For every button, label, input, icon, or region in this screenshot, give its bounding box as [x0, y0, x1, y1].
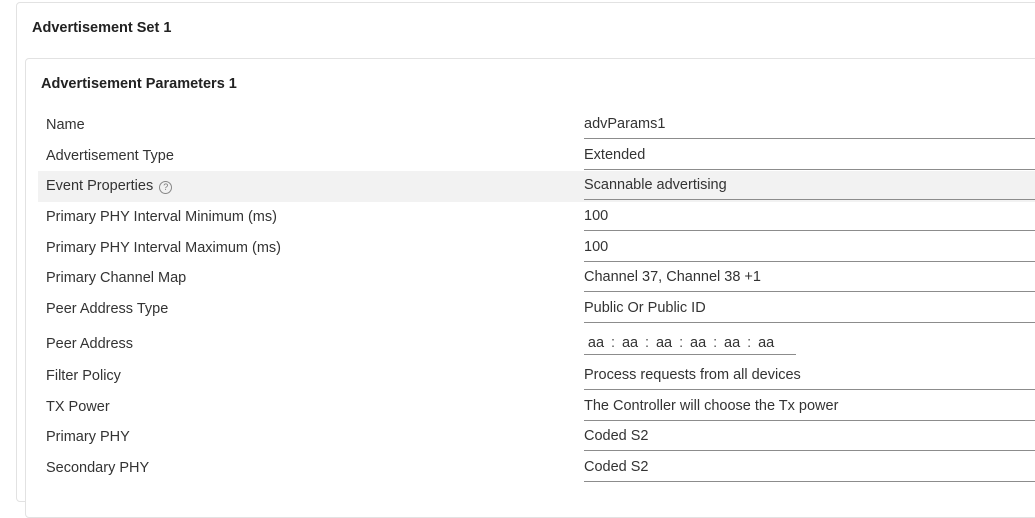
secondary-phy-label: Secondary PHY: [46, 459, 150, 476]
advertisement-parameters-panel: Advertisement Parameters 1 Name advParam…: [25, 58, 1035, 518]
filter-policy-value: Process requests from all devices: [584, 366, 801, 383]
tx-power-value: The Controller will choose the Tx power: [584, 397, 839, 414]
tx-power-label: TX Power: [46, 398, 110, 415]
primary-phy-interval-max-label: Primary PHY Interval Maximum (ms): [46, 239, 281, 256]
row-primary-channel-map: Primary Channel Map Channel 37, Channel …: [38, 263, 1035, 294]
event-properties-label: Event Properties: [46, 178, 154, 195]
octet-separator: :: [747, 335, 752, 352]
secondary-phy-select[interactable]: Coded S2: [584, 453, 1035, 482]
advertisement-type-value: Extended: [584, 146, 646, 163]
advertisement-parameters-title: Advertisement Parameters 1: [41, 76, 237, 92]
filter-policy-label: Filter Policy: [46, 367, 121, 384]
name-label: Name: [46, 117, 85, 133]
event-properties-label-wrap: Event Properties?: [46, 178, 173, 195]
secondary-phy-value: Coded S2: [584, 458, 649, 475]
primary-channel-map-label: Primary Channel Map: [46, 270, 187, 287]
primary-channel-map-select[interactable]: Channel 37, Channel 38 +1: [584, 263, 1035, 293]
filter-policy-select[interactable]: Process requests from all devices: [584, 361, 1035, 390]
octet-separator: :: [679, 335, 684, 352]
row-primary-phy-interval-max: Primary PHY Interval Maximum (ms) 100: [38, 233, 1035, 264]
peer-address-octet-5[interactable]: aa: [720, 335, 744, 351]
row-primary-phy: Primary PHY Coded S2: [38, 422, 1035, 453]
tx-power-select[interactable]: The Controller will choose the Tx power: [584, 392, 1035, 421]
row-primary-phy-interval-min: Primary PHY Interval Minimum (ms) 100: [38, 202, 1035, 233]
row-filter-policy: Filter Policy Process requests from all …: [38, 361, 1035, 392]
primary-phy-label: Primary PHY: [46, 429, 130, 446]
event-properties-value: Scannable advertising: [584, 177, 727, 194]
parameters-list: Name advParams1 Advertisement Type Exten…: [38, 110, 1035, 484]
event-properties-select[interactable]: Scannable advertising: [584, 171, 1035, 201]
row-advertisement-type: Advertisement Type Extended: [38, 141, 1035, 172]
primary-phy-interval-min-value: 100: [584, 208, 609, 225]
peer-address-input[interactable]: aa : aa : aa : aa : aa : aa: [584, 333, 796, 355]
primary-phy-interval-min-input[interactable]: 100: [584, 202, 1035, 232]
advertisement-type-select[interactable]: Extended: [584, 141, 1035, 170]
help-circle-icon[interactable]: ?: [159, 181, 173, 195]
row-tx-power: TX Power The Controller will choose the …: [38, 392, 1035, 423]
peer-address-octet-4[interactable]: aa: [686, 335, 710, 351]
peer-address-octet-6[interactable]: aa: [754, 335, 778, 351]
octet-separator: :: [713, 335, 718, 352]
primary-phy-interval-max-input[interactable]: 100: [584, 233, 1035, 262]
primary-phy-value: Coded S2: [584, 428, 649, 445]
peer-address-type-label: Peer Address Type: [46, 301, 169, 318]
row-secondary-phy: Secondary PHY Coded S2: [38, 453, 1035, 484]
row-peer-address-type: Peer Address Type Public Or Public ID: [38, 294, 1035, 325]
peer-address-label: Peer Address: [46, 335, 134, 352]
octet-separator: :: [611, 335, 616, 352]
primary-channel-map-value: Channel 37, Channel 38 +1: [584, 269, 761, 286]
peer-address-octet-2[interactable]: aa: [618, 335, 642, 351]
peer-address-octet-3[interactable]: aa: [652, 335, 676, 351]
peer-address-type-value: Public Or Public ID: [584, 300, 706, 317]
peer-address-type-select[interactable]: Public Or Public ID: [584, 294, 1035, 324]
name-input[interactable]: advParams1: [584, 110, 1035, 139]
name-value: advParams1: [584, 116, 666, 132]
peer-address-octet-1[interactable]: aa: [584, 335, 608, 351]
row-peer-address: Peer Address aa : aa : aa : aa : aa : aa: [38, 325, 1035, 361]
primary-phy-select[interactable]: Coded S2: [584, 422, 1035, 452]
advertisement-set-title: Advertisement Set 1: [32, 20, 172, 36]
advertisement-type-label: Advertisement Type: [46, 147, 174, 164]
advertisement-set-panel: Advertisement Set 1 Advertisement Parame…: [16, 2, 1035, 518]
primary-phy-interval-max-value: 100: [584, 238, 609, 255]
primary-phy-interval-min-label: Primary PHY Interval Minimum (ms): [46, 209, 277, 226]
octet-separator: :: [645, 335, 650, 352]
row-event-properties: Event Properties? Scannable advertising: [38, 171, 1035, 203]
row-name: Name advParams1: [38, 110, 1035, 141]
